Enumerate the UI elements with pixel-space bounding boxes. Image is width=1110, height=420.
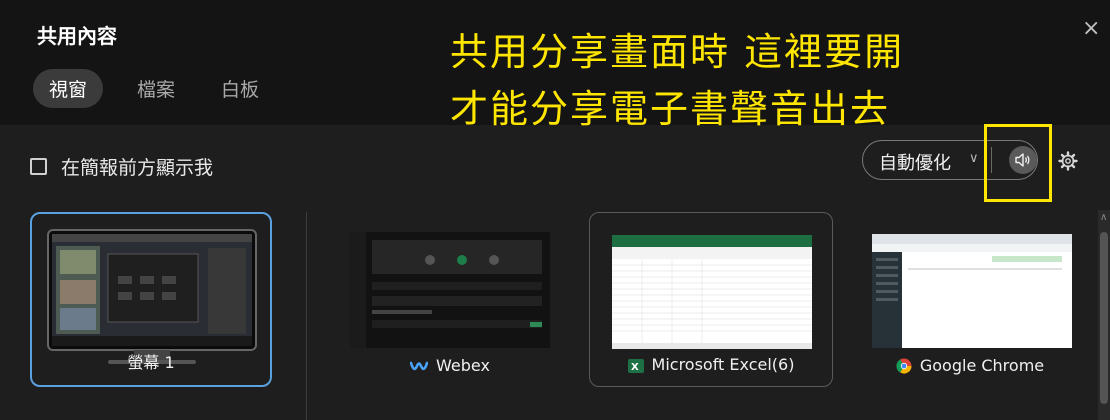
svg-text:X: X — [631, 362, 639, 373]
chrome-icon — [896, 358, 912, 374]
monitor-icon — [47, 229, 257, 364]
chevron-down-icon[interactable]: ∨ — [969, 151, 979, 166]
section-divider — [306, 212, 307, 420]
show-me-checkbox[interactable] — [30, 158, 47, 175]
tab-files[interactable]: 檔案 — [137, 75, 175, 102]
highlight-box — [984, 124, 1052, 202]
share-type-tabs: 視窗 檔案 白板 — [33, 69, 305, 108]
share-card-label: Google Chrome — [850, 356, 1090, 375]
share-card-name: Google Chrome — [919, 356, 1045, 375]
close-icon[interactable]: × — [1082, 16, 1100, 41]
share-card-label: 螢幕 1 — [127, 353, 175, 372]
show-me-option[interactable]: 在簡報前方顯示我 — [30, 153, 213, 180]
chrome-window-thumbnail — [872, 234, 1072, 348]
tab-windows[interactable]: 視窗 — [33, 69, 104, 108]
share-card-excel[interactable]: X Microsoft Excel(6) — [589, 212, 833, 387]
share-card-chrome[interactable]: Google Chrome — [850, 212, 1090, 387]
annotation-line-2: 才能分享電子書聲音出去 — [450, 87, 891, 131]
webex-icon — [410, 361, 429, 371]
share-card-name: Microsoft Excel(6) — [651, 355, 795, 374]
excel-window-thumbnail — [612, 235, 812, 349]
webex-window-thumbnail — [350, 232, 550, 348]
share-card-label: Webex — [330, 356, 570, 375]
share-card-webex[interactable]: Webex — [330, 212, 570, 387]
scrollbar-thumb[interactable] — [1100, 232, 1108, 404]
tab-whiteboard[interactable]: 白板 — [221, 75, 259, 102]
annotation-line-1: 共用分享畫面時 這裡要開 — [450, 30, 905, 74]
gear-icon[interactable] — [1058, 151, 1078, 171]
dialog-title: 共用內容 — [37, 24, 117, 48]
excel-icon: X — [627, 359, 644, 373]
scroll-up-icon[interactable]: ∧ — [1100, 212, 1107, 223]
share-card-screen-1[interactable]: 螢幕 1 — [30, 212, 272, 387]
share-card-name: Webex — [436, 356, 490, 375]
share-card-label: X Microsoft Excel(6) — [590, 355, 832, 374]
quality-dropdown[interactable]: 自動優化 — [879, 149, 951, 175]
scrollbar[interactable]: ∧ — [1098, 210, 1110, 420]
show-me-label: 在簡報前方顯示我 — [61, 157, 214, 179]
